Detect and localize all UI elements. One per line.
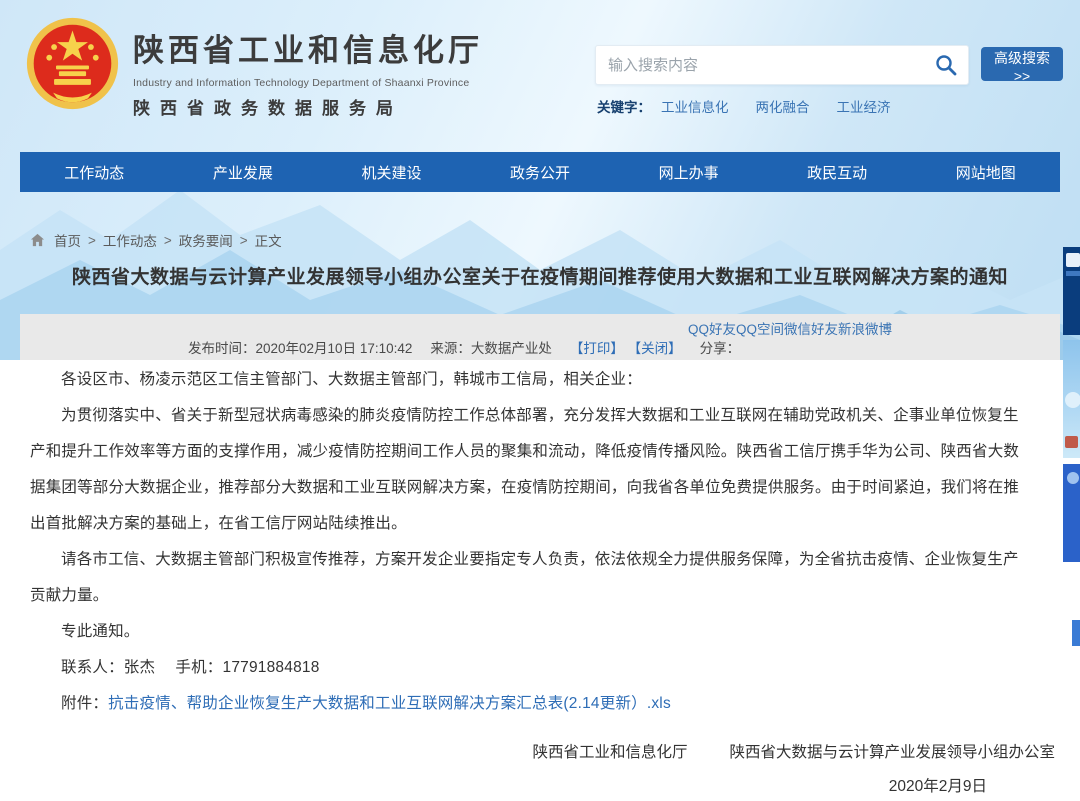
share-qzone[interactable]: QQ空间 — [736, 322, 784, 337]
breadcrumb: 首页 > 工作动态 > 政务要闻 > 正文 — [30, 230, 282, 250]
search-icon — [934, 53, 958, 77]
nav-item-work-news[interactable]: 工作动态 — [20, 152, 169, 192]
nav-item-gov-open[interactable]: 政务公开 — [466, 152, 615, 192]
national-emblem-logo — [24, 15, 121, 112]
floating-banner-1[interactable] — [1063, 247, 1080, 335]
breadcrumb-current: 正文 — [255, 230, 282, 250]
breadcrumb-work-news[interactable]: 工作动态 — [103, 230, 157, 250]
floating-banner-2[interactable] — [1063, 340, 1080, 458]
site-brand: 陕西省工业和信息化厅 Industry and Information Tech… — [133, 25, 483, 119]
floating-banner-3[interactable] — [1063, 464, 1080, 562]
advanced-search-button[interactable]: 高级搜索>> — [981, 47, 1063, 81]
signature-orgs: 陕西省工业和信息化厅 陕西省大数据与云计算产业发展领导小组办公室 — [532, 736, 1055, 770]
nav-item-online-service[interactable]: 网上办事 — [614, 152, 763, 192]
paragraph-main: 为贯彻落实中、省关于新型冠状病毒感染的肺炎疫情防控工作总体部署，充分发挥大数据和… — [30, 398, 1030, 542]
breadcrumb-separator: > — [240, 233, 248, 248]
keywords-label: 关键字： — [597, 96, 651, 116]
search-box — [595, 45, 969, 85]
site-subtitle: 陕西省政务数据服务局 — [133, 94, 483, 119]
share-links-row: QQ好友QQ空间微信好友新浪微博 — [688, 318, 892, 338]
signature-block: 陕西省工业和信息化厅 陕西省大数据与云计算产业发展领导小组办公室 2020年2月9… — [532, 736, 1055, 801]
article-body: 各设区市、杨凌示范区工信主管部门、大数据主管部门，韩城市工信局，相关企业： 为贯… — [30, 362, 1030, 722]
nav-item-industry[interactable]: 产业发展 — [169, 152, 318, 192]
attachment-line: 附件：抗击疫情、帮助企业恢复生产大数据和工业互联网解决方案汇总表(2.14更新）… — [30, 686, 1030, 722]
article-meta-row: 发布时间：2020年02月10日 17:10:42 来源：大数据产业处 【打印】 【… — [188, 337, 740, 357]
floating-banner-4[interactable] — [1072, 620, 1080, 646]
close-button[interactable]: 【关闭】 — [628, 341, 682, 356]
breadcrumb-separator: > — [88, 233, 96, 248]
page: 陕西省工业和信息化厅 Industry and Information Tech… — [0, 0, 1080, 801]
site-title: 陕西省工业和信息化厅 — [133, 25, 483, 70]
paragraph-closing: 专此通知。 — [30, 614, 1030, 650]
keyword-link[interactable]: 两化融合 — [756, 96, 810, 116]
signature-org1: 陕西省工业和信息化厅 — [532, 744, 687, 761]
article-meta-bar: QQ好友QQ空间微信好友新浪微博 发布时间：2020年02月10日 17:10:… — [20, 314, 1060, 360]
breadcrumb-home[interactable]: 首页 — [54, 230, 81, 250]
nav-item-agency[interactable]: 机关建设 — [317, 152, 466, 192]
keyword-link[interactable]: 工业经济 — [837, 96, 891, 116]
share-wechat[interactable]: 微信好友 — [784, 322, 838, 337]
main-nav: 工作动态 产业发展 机关建设 政务公开 网上办事 政民互动 网站地图 — [20, 152, 1060, 192]
paragraph-request: 请各市工信、大数据主管部门积极宣传推荐，方案开发企业要指定专人负责，依法依规全力… — [30, 542, 1030, 614]
site-title-english: Industry and Information Technology Depa… — [133, 77, 483, 89]
paragraph-salutation: 各设区市、杨凌示范区工信主管部门、大数据主管部门，韩城市工信局，相关企业： — [30, 362, 1030, 398]
article-source: 来源：大数据产业处 — [430, 341, 552, 356]
nav-item-sitemap[interactable]: 网站地图 — [911, 152, 1060, 192]
signature-date: 2020年2月9日 — [532, 770, 1055, 801]
attachment-label: 附件： — [61, 695, 108, 712]
contact-line: 联系人：张杰 手机：17791884818 — [30, 650, 1030, 686]
share-qq-friend[interactable]: QQ好友 — [688, 322, 736, 337]
share-weibo[interactable]: 新浪微博 — [838, 322, 892, 337]
attachment-link[interactable]: 抗击疫情、帮助企业恢复生产大数据和工业互联网解决方案汇总表(2.14更新）.xl… — [108, 695, 671, 712]
article-title: 陕西省大数据与云计算产业发展领导小组办公室关于在疫情期间推荐使用大数据和工业互联… — [30, 262, 1050, 289]
breadcrumb-gov-news[interactable]: 政务要闻 — [179, 230, 233, 250]
signature-org2: 陕西省大数据与云计算产业发展领导小组办公室 — [729, 744, 1055, 761]
publish-time: 发布时间：2020年02月10日 17:10:42 — [188, 341, 412, 356]
search-button[interactable] — [924, 46, 968, 84]
nav-item-interaction[interactable]: 政民互动 — [763, 152, 912, 192]
share-label: 分享： — [700, 341, 741, 356]
search-input[interactable] — [596, 46, 924, 84]
breadcrumb-separator: > — [164, 233, 172, 248]
keywords-row: 关键字： 工业信息化 两化融合 工业经济 — [597, 96, 918, 116]
home-icon — [30, 233, 45, 247]
print-button[interactable]: 【打印】 — [570, 341, 624, 356]
keyword-link[interactable]: 工业信息化 — [661, 96, 729, 116]
